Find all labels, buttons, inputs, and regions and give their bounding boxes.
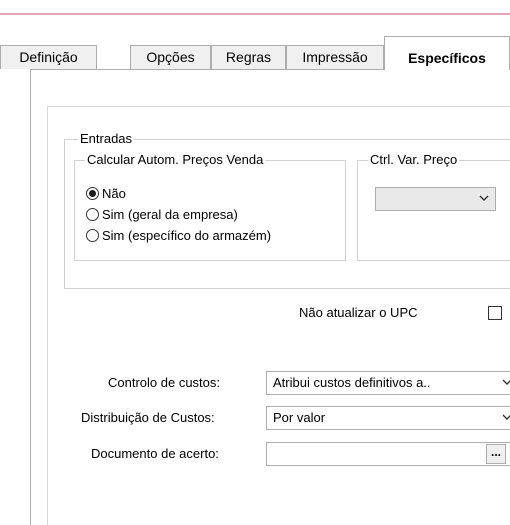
tab-opcoes[interactable]: Opções [130,45,211,69]
radio-sim-geral-indicator[interactable] [86,207,99,221]
documento-acerto-input[interactable] [266,442,510,466]
radio-sim-geral-label: Sim (geral da empresa) [102,206,238,222]
distribuicao-custos-label: Distribuição de Custos: [81,410,215,425]
documento-acerto-label: Documento de acerto: [91,446,219,461]
radio-sim-especifico[interactable]: Sim (específico do armazém) [86,226,271,244]
content-frame-top [47,106,510,107]
upc-label: Não atualizar o UPC [299,305,418,320]
controlo-custos-select[interactable]: Atribui custos definitivos a.. [266,371,510,395]
radio-nao-label: Não [102,185,126,201]
documento-acerto-browse-button[interactable]: ... [486,444,506,464]
chevron-down-icon [479,195,489,201]
tab-especificos[interactable]: Específicos [384,36,510,70]
tab-impressao[interactable]: Impressão [286,45,384,69]
tab-regras[interactable]: Regras [211,45,286,69]
entradas-title: Entradas [78,131,135,146]
distribuicao-custos-select[interactable]: Por valor [266,406,510,430]
radio-nao-indicator[interactable] [86,186,99,200]
ctrl-var-preco-title: Ctrl. Var. Preço [368,152,460,167]
dialog-window: Definição Opções Regras Impressão Especí… [0,15,510,525]
content-frame-left [47,106,48,525]
ctrl-var-preco-select[interactable] [375,187,496,211]
tab-panel-border-left [30,69,31,525]
controlo-custos-value: Atribui custos definitivos a.. [273,375,431,390]
title-bar [0,0,510,14]
radio-nao[interactable]: Não [86,184,126,202]
controlo-custos-label: Controlo de custos: [108,375,221,390]
radio-sim-especifico-indicator[interactable] [86,228,99,242]
radio-sim-geral[interactable]: Sim (geral da empresa) [86,205,238,223]
distribuicao-custos-value: Por valor [273,410,326,425]
calcular-precos-title: Calcular Autom. Preços Venda [85,152,266,167]
tab-definicao[interactable]: Definição [0,45,97,69]
chevron-down-icon [502,379,510,385]
upc-checkbox[interactable] [488,306,502,320]
chevron-down-icon [502,414,510,420]
radio-sim-especifico-label: Sim (específico do armazém) [102,227,272,243]
